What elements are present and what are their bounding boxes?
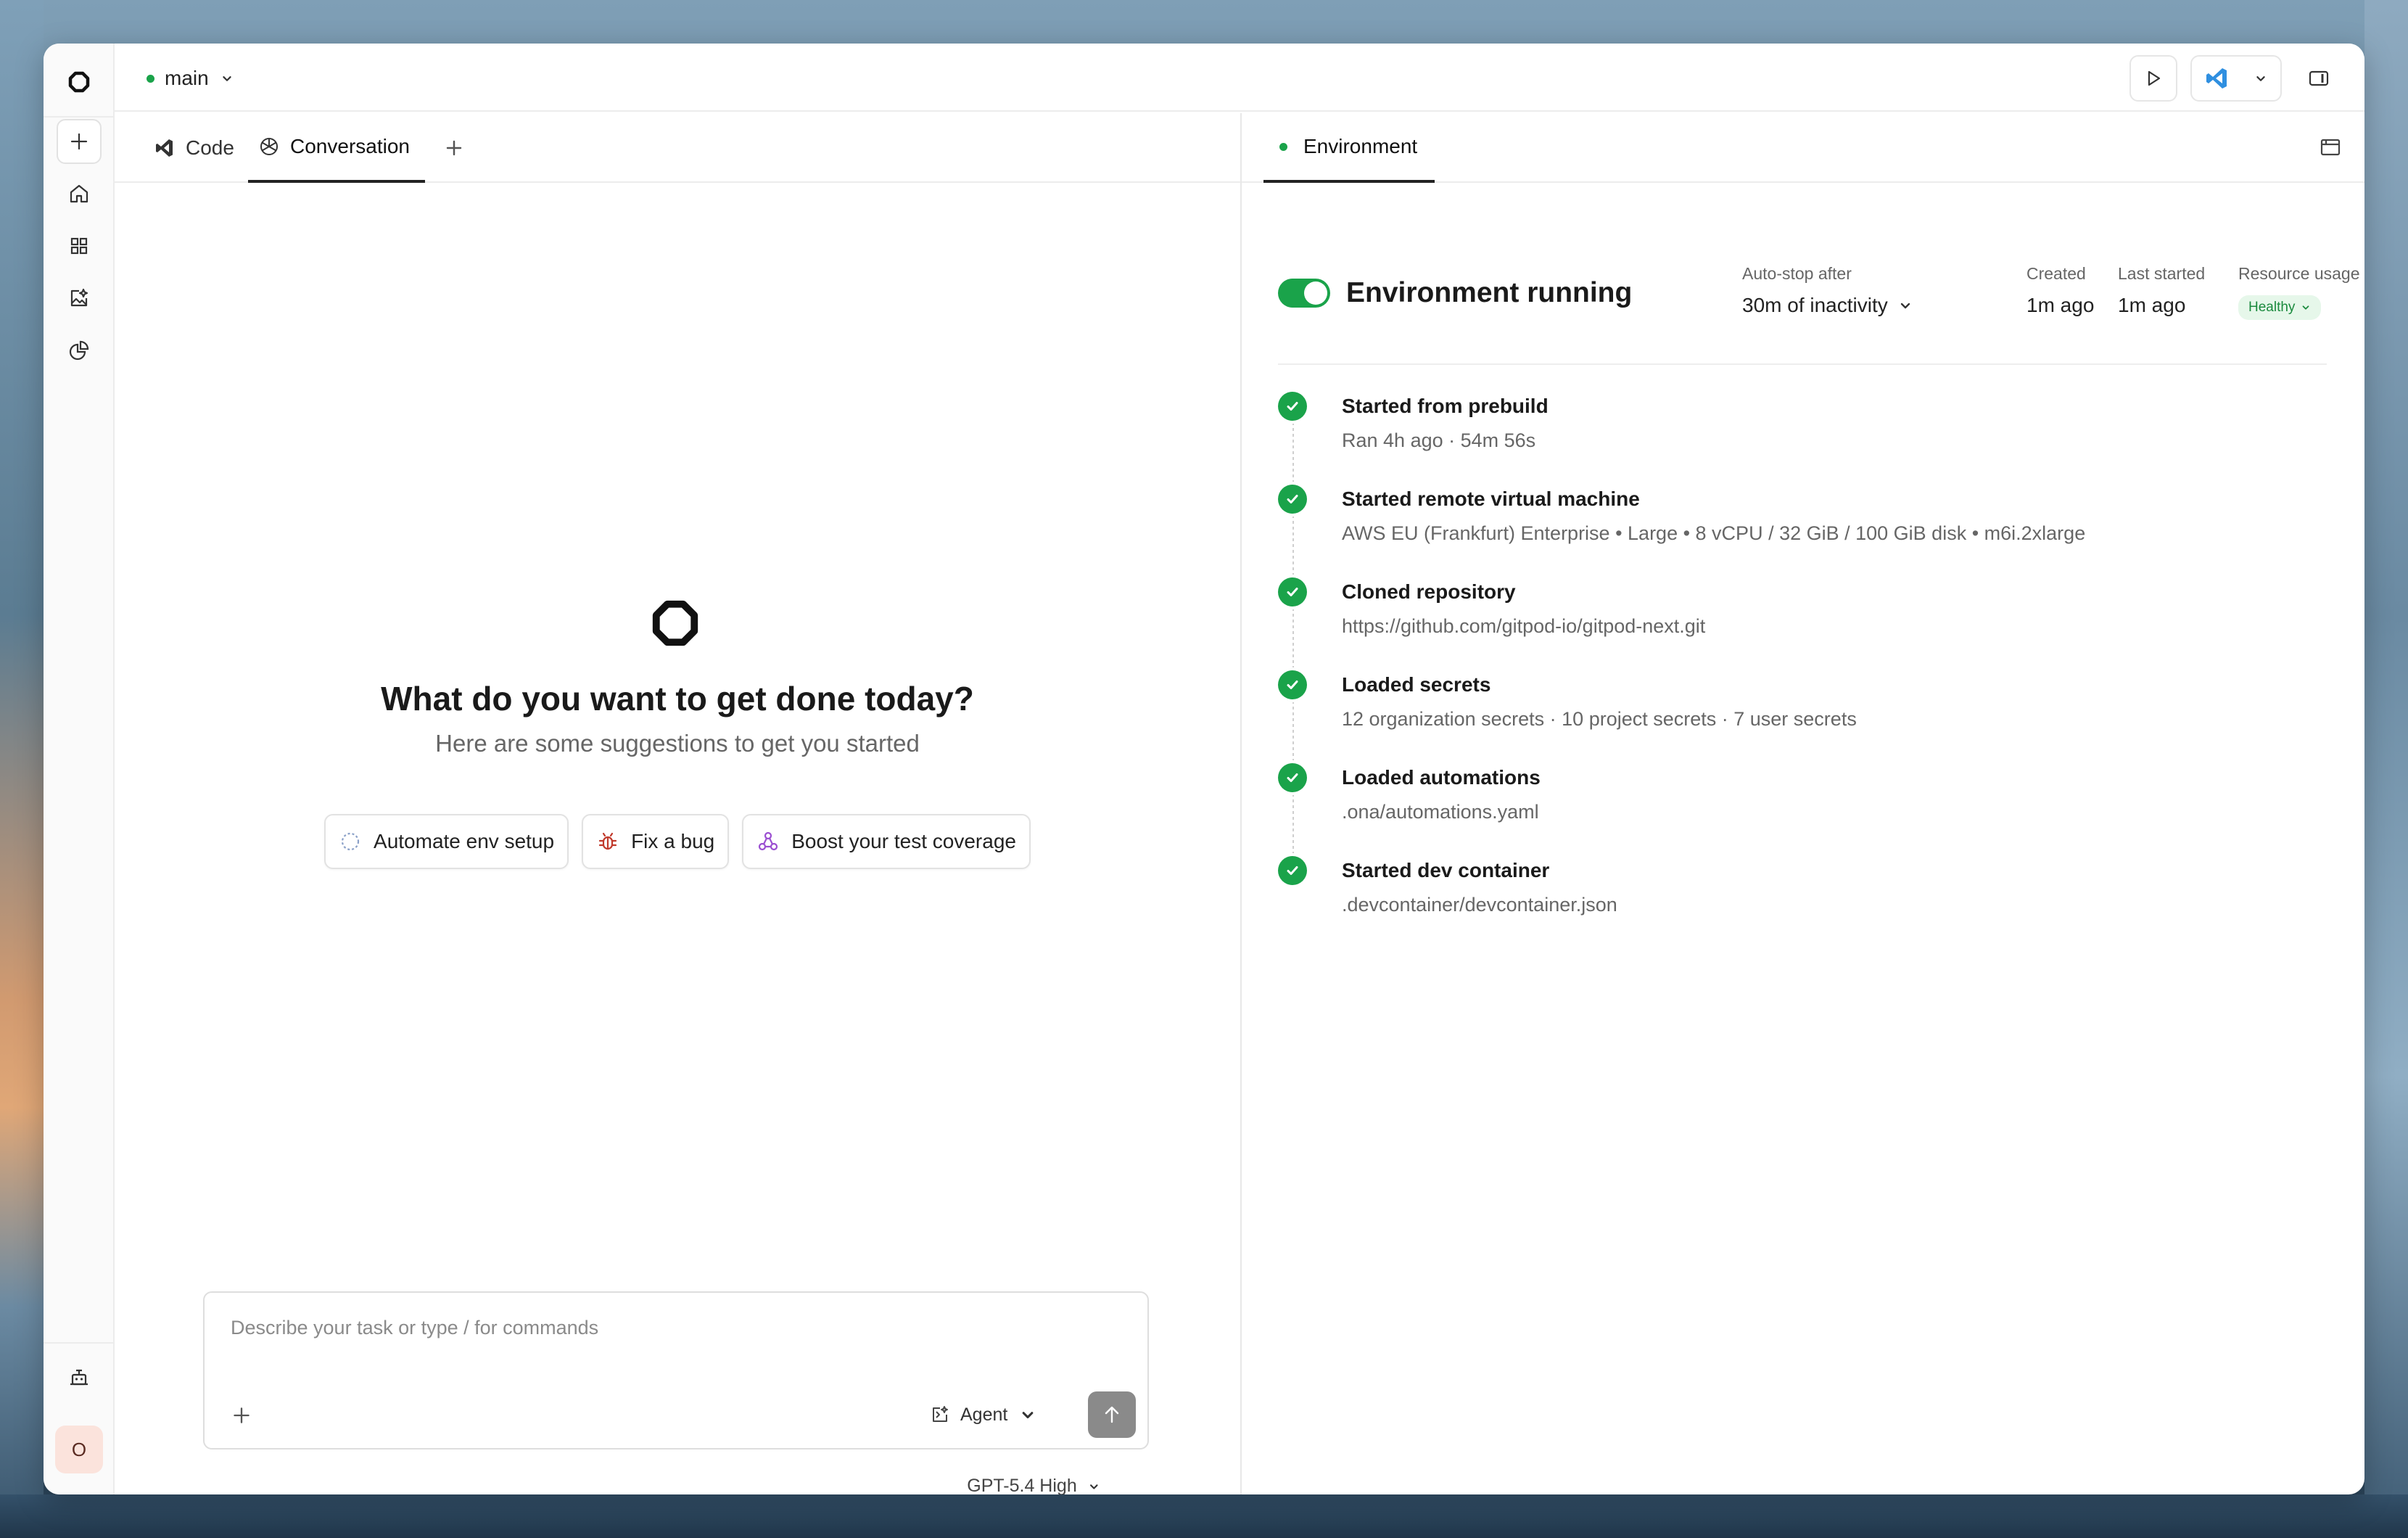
robot-icon — [70, 1369, 88, 1386]
tab-code-label: Code — [186, 136, 234, 159]
tab-environment[interactable]: Environment — [1263, 113, 1435, 183]
branch-selector[interactable]: main — [147, 62, 235, 94]
status-dot-icon — [147, 74, 154, 83]
home-icon — [70, 184, 88, 203]
chevron-down-icon — [1090, 1484, 1098, 1489]
environment-toggle[interactable] — [1278, 279, 1330, 308]
add-tab-icon[interactable] — [441, 135, 467, 161]
check-circle-icon — [1278, 577, 1307, 606]
check-circle-icon — [1278, 856, 1307, 885]
user-avatar[interactable]: O — [55, 1426, 103, 1473]
environment-pane: Environment Environment running Auto-sto… — [1242, 113, 2364, 1494]
model-label: GPT-5.4 High — [967, 1476, 1077, 1494]
check-circle-icon — [1278, 763, 1307, 792]
timeline-connector — [1292, 411, 1294, 875]
new-environment-button[interactable] — [57, 119, 102, 164]
plus-icon — [70, 133, 88, 150]
agent-icon — [933, 1406, 948, 1422]
play-icon — [2148, 70, 2161, 86]
desktop-background-bottom — [0, 1494, 2408, 1538]
home-button[interactable] — [57, 171, 102, 216]
suggestion-fix-a-bug[interactable]: Fix a bug — [582, 814, 730, 869]
top-bar: main — [115, 44, 2364, 112]
open-in-editor-button[interactable] — [2190, 55, 2282, 102]
suggestion-boost-test-coverage[interactable]: Boost your test coverage — [742, 814, 1031, 869]
desktop-background-left — [0, 0, 44, 1538]
insights-button[interactable] — [57, 276, 102, 321]
chevron-down-icon — [1022, 1412, 1034, 1419]
vscode-icon — [2206, 68, 2227, 89]
task-input[interactable] — [231, 1313, 1101, 1342]
check-circle-icon — [1278, 485, 1307, 514]
run-button[interactable] — [2129, 55, 2177, 102]
bug-icon — [598, 832, 617, 850]
branch-name: main — [165, 67, 209, 89]
tab-code[interactable]: Code — [144, 113, 244, 183]
mode-label: Agent — [960, 1404, 1008, 1425]
model-selector[interactable]: GPT-5.4 High — [967, 1476, 1101, 1494]
autostop-selector[interactable]: 30m of inactivity — [1742, 294, 1914, 317]
attach-plus-icon[interactable] — [229, 1403, 254, 1428]
mode-selector[interactable]: Agent — [930, 1400, 1038, 1429]
task-composer: Agent — [203, 1291, 1149, 1449]
tab-bar: Code Conversation — [115, 113, 1240, 183]
send-button[interactable] — [1088, 1391, 1136, 1438]
pie-chart-icon — [69, 340, 89, 361]
chevron-down-icon — [1900, 303, 1910, 309]
divider — [1278, 363, 2327, 365]
dashed-circle-icon — [341, 832, 360, 851]
molecule-icon — [759, 831, 778, 851]
environment-status: Environment running — [1278, 277, 1632, 309]
chevron-down-icon — [2303, 305, 2309, 310]
check-circle-icon — [1278, 670, 1307, 699]
desktop-background-right — [2364, 0, 2408, 1538]
usage-button[interactable] — [57, 328, 102, 373]
toggle-sidebar-button[interactable] — [2295, 55, 2343, 102]
hero-subtitle: Here are some suggestions to get you sta… — [435, 730, 920, 757]
status-badge[interactable]: Healthy — [2238, 295, 2322, 320]
projects-button[interactable] — [57, 223, 102, 268]
arrow-up-icon — [1105, 1406, 1119, 1423]
status-dot-icon — [1279, 142, 1287, 151]
tab-environment-label: Environment — [1303, 135, 1418, 157]
suggestion-chips: Automate env setup Fix a bug Boost your … — [115, 814, 1240, 869]
autostop-meta: Auto-stop after 30m of inactivity — [1742, 264, 1914, 317]
app-logo-icon[interactable] — [57, 59, 102, 104]
grid-icon — [70, 237, 88, 255]
suggestion-automate-env-setup[interactable]: Automate env setup — [324, 814, 569, 869]
panel-layout-icon[interactable] — [2318, 135, 2343, 160]
openai-icon — [260, 138, 278, 155]
environment-tab-bar: Environment — [1242, 113, 2364, 183]
sidebar-icon — [2309, 70, 2329, 86]
created-meta: Created 1m ago — [2026, 264, 2095, 316]
last-started-meta: Last started 1m ago — [2118, 264, 2206, 316]
chevron-down-icon — [223, 76, 231, 81]
tab-conversation[interactable]: Conversation — [248, 113, 425, 183]
agents-button[interactable] — [57, 1355, 102, 1400]
conversation-pane: Code Conversation What do you want to ge… — [115, 113, 1240, 1494]
check-circle-icon — [1278, 392, 1307, 421]
left-rail: O — [44, 44, 115, 1494]
app-window: O main Code Conversation What do you wan… — [44, 44, 2364, 1494]
vscode-mono-icon — [156, 139, 173, 157]
chevron-down-icon — [2256, 76, 2265, 81]
image-sparkle-icon — [70, 288, 88, 307]
resource-usage-meta: Resource usage Healthy — [2238, 264, 2360, 320]
environment-status-title: Environment running — [1346, 277, 1633, 308]
ona-logo-icon — [652, 600, 698, 646]
tab-conversation-label: Conversation — [290, 135, 410, 157]
hero-title: What do you want to get done today? — [381, 680, 974, 717]
